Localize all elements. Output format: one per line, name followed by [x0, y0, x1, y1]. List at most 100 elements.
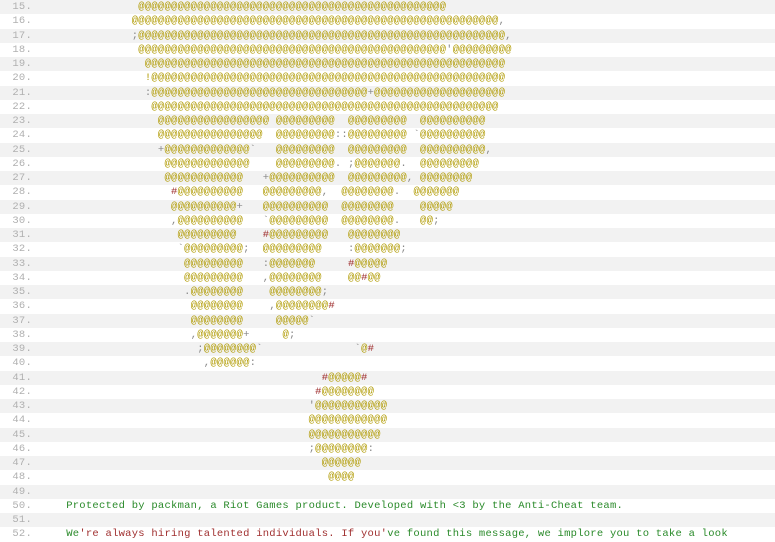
code-line: 35. .@@@@@@@@ @@@@@@@@; — [0, 285, 775, 299]
code-line: 33. @@@@@@@@@ :@@@@@@@ #@@@@@ — [0, 257, 775, 271]
code-line: 38. ,@@@@@@@+ @; — [0, 328, 775, 342]
line-content: ;@@@@@@@@@@@@@@@@@@@@@@@@@@@@@@@@@@@@@@@… — [38, 29, 512, 43]
code-line: 34. @@@@@@@@@ ,@@@@@@@@ @@#@@ — [0, 271, 775, 285]
line-number: 34. — [0, 271, 38, 285]
line-number: 38. — [0, 328, 38, 342]
code-line: 22. @@@@@@@@@@@@@@@@@@@@@@@@@@@@@@@@@@@@… — [0, 100, 775, 114]
line-content: @@@@@@@@@@@@@ @@@@@@@@@. ;@@@@@@@. @@@@@… — [38, 157, 479, 171]
line-number: 44. — [0, 413, 38, 427]
line-content: +@@@@@@@@@@@@@` @@@@@@@@@ @@@@@@@@@ @@@@… — [38, 143, 492, 157]
line-content: :@@@@@@@@@@@@@@@@@@@@@@@@@@@@@@@@@+@@@@@… — [38, 86, 505, 100]
line-content: @@@@ — [38, 470, 354, 484]
line-number: 28. — [0, 185, 38, 199]
line-content: @@@@@@@@@@@@@@@@ @@@@@@@@@::@@@@@@@@@ `@… — [38, 128, 486, 142]
code-line: 17. ;@@@@@@@@@@@@@@@@@@@@@@@@@@@@@@@@@@@… — [0, 29, 775, 43]
code-line: 16. @@@@@@@@@@@@@@@@@@@@@@@@@@@@@@@@@@@@… — [0, 14, 775, 28]
line-content: @@@@@@@@@ :@@@@@@@ #@@@@@ — [38, 257, 387, 271]
line-content: @@@@@@@@@@@@ +@@@@@@@@@@ @@@@@@@@@, @@@@… — [38, 171, 472, 185]
line-content: !@@@@@@@@@@@@@@@@@@@@@@@@@@@@@@@@@@@@@@@… — [38, 71, 505, 85]
code-line: 52. We're always hiring talented individ… — [0, 527, 775, 541]
line-content: @@@@@@@@@@@@@@@@@@@@@@@@@@@@@@@@@@@@@@@@… — [38, 14, 505, 28]
line-content: #@@@@@# — [38, 371, 368, 385]
line-number: 48. — [0, 470, 38, 484]
code-line: 32. `@@@@@@@@@; @@@@@@@@@ :@@@@@@@; — [0, 242, 775, 256]
code-line: 50. Protected by packman, a Riot Games p… — [0, 499, 775, 513]
code-line: 19. @@@@@@@@@@@@@@@@@@@@@@@@@@@@@@@@@@@@… — [0, 57, 775, 71]
line-number: 15. — [0, 0, 38, 14]
line-content: ,@@@@@@@+ @; — [38, 328, 296, 342]
line-number: 25. — [0, 143, 38, 157]
code-line: 20. !@@@@@@@@@@@@@@@@@@@@@@@@@@@@@@@@@@@… — [0, 71, 775, 85]
code-line: 48. @@@@ — [0, 470, 775, 484]
line-content: @@@@@@@@ @@@@@` — [38, 314, 315, 328]
line-number: 24. — [0, 128, 38, 142]
code-line: 30. ,@@@@@@@@@@ `@@@@@@@@@ @@@@@@@@. @@; — [0, 214, 775, 228]
code-line: 42. #@@@@@@@@ — [0, 385, 775, 399]
line-content: @@@@@@@@@@@@@@@@@@@@@@@@@@@@@@@@@@@@@@@@… — [38, 0, 446, 14]
line-number: 29. — [0, 200, 38, 214]
line-number: 45. — [0, 428, 38, 442]
line-content: @@@@@@@@@@@ — [38, 428, 381, 442]
line-number: 52. — [0, 527, 38, 541]
line-number: 18. — [0, 43, 38, 57]
line-number: 22. — [0, 100, 38, 114]
line-content: `@@@@@@@@@; @@@@@@@@@ :@@@@@@@; — [38, 242, 407, 256]
line-content: Protected by packman, a Riot Games produ… — [38, 499, 623, 513]
code-line: 37. @@@@@@@@ @@@@@` — [0, 314, 775, 328]
code-line: 15. @@@@@@@@@@@@@@@@@@@@@@@@@@@@@@@@@@@@… — [0, 0, 775, 14]
code-line: 27. @@@@@@@@@@@@ +@@@@@@@@@@ @@@@@@@@@, … — [0, 171, 775, 185]
line-number: 50. — [0, 499, 38, 513]
line-number: 36. — [0, 299, 38, 313]
code-line: 43. '@@@@@@@@@@@ — [0, 399, 775, 413]
code-line: 21. :@@@@@@@@@@@@@@@@@@@@@@@@@@@@@@@@@+@… — [0, 86, 775, 100]
code-line: 36. @@@@@@@@ ,@@@@@@@@# — [0, 299, 775, 313]
code-line: 41. #@@@@@# — [0, 371, 775, 385]
line-content: @@@@@@@@@@@@@@@@@ @@@@@@@@@ @@@@@@@@@ @@… — [38, 114, 486, 128]
code-line: 24. @@@@@@@@@@@@@@@@ @@@@@@@@@::@@@@@@@@… — [0, 128, 775, 142]
code-line: 28. #@@@@@@@@@@ @@@@@@@@@, @@@@@@@@. @@@… — [0, 185, 775, 199]
code-line: 23. @@@@@@@@@@@@@@@@@ @@@@@@@@@ @@@@@@@@… — [0, 114, 775, 128]
line-number: 33. — [0, 257, 38, 271]
code-line: 45. @@@@@@@@@@@ — [0, 428, 775, 442]
line-content: @@@@@@@@ ,@@@@@@@@# — [38, 299, 335, 313]
line-number: 31. — [0, 228, 38, 242]
line-content: @@@@@@@@@@@@ — [38, 413, 387, 427]
line-number: 21. — [0, 86, 38, 100]
line-number: 35. — [0, 285, 38, 299]
code-line: 49. — [0, 485, 775, 499]
code-line: 18. @@@@@@@@@@@@@@@@@@@@@@@@@@@@@@@@@@@@… — [0, 43, 775, 57]
line-content: @@@@@@@@@ ,@@@@@@@@ @@#@@ — [38, 271, 381, 285]
line-content: ;@@@@@@@@` `@# — [38, 342, 374, 356]
line-number: 41. — [0, 371, 38, 385]
line-content: @@@@@@@@@@@@@@@@@@@@@@@@@@@@@@@@@@@@@@@@… — [38, 100, 499, 114]
code-line: 40. ,@@@@@@: — [0, 356, 775, 370]
line-content: @@@@@@@@@ #@@@@@@@@@ @@@@@@@@ — [38, 228, 400, 242]
line-number: 23. — [0, 114, 38, 128]
line-number: 49. — [0, 485, 38, 499]
line-number: 27. — [0, 171, 38, 185]
line-number: 26. — [0, 157, 38, 171]
line-number: 17. — [0, 29, 38, 43]
code-line: 46. ;@@@@@@@@: — [0, 442, 775, 456]
line-content — [38, 485, 40, 499]
line-number: 46. — [0, 442, 38, 456]
code-line: 26. @@@@@@@@@@@@@ @@@@@@@@@. ;@@@@@@@. @… — [0, 157, 775, 171]
line-content: #@@@@@@@@ — [38, 385, 374, 399]
line-number: 37. — [0, 314, 38, 328]
code-line: 31. @@@@@@@@@ #@@@@@@@@@ @@@@@@@@ — [0, 228, 775, 242]
line-content: ;@@@@@@@@: — [38, 442, 374, 456]
line-content: We're always hiring talented individuals… — [38, 527, 728, 541]
code-line: 39. ;@@@@@@@@` `@# — [0, 342, 775, 356]
line-content: ,@@@@@@@@@@ `@@@@@@@@@ @@@@@@@@. @@; — [38, 214, 440, 228]
line-number: 40. — [0, 356, 38, 370]
line-content: .@@@@@@@@ @@@@@@@@; — [38, 285, 328, 299]
line-content: #@@@@@@@@@@ @@@@@@@@@, @@@@@@@@. @@@@@@@ — [38, 185, 459, 199]
line-number: 43. — [0, 399, 38, 413]
line-content: @@@@@@@@@@@@@@@@@@@@@@@@@@@@@@@@@@@@@@@@… — [38, 57, 505, 71]
line-content: @@@@@@@@@@+ @@@@@@@@@@ @@@@@@@@ @@@@@ — [38, 200, 453, 214]
code-editor: 15. @@@@@@@@@@@@@@@@@@@@@@@@@@@@@@@@@@@@… — [0, 0, 775, 542]
line-content: @@@@@@ — [38, 456, 361, 470]
line-number: 32. — [0, 242, 38, 256]
line-number: 51. — [0, 513, 38, 527]
line-number: 47. — [0, 456, 38, 470]
